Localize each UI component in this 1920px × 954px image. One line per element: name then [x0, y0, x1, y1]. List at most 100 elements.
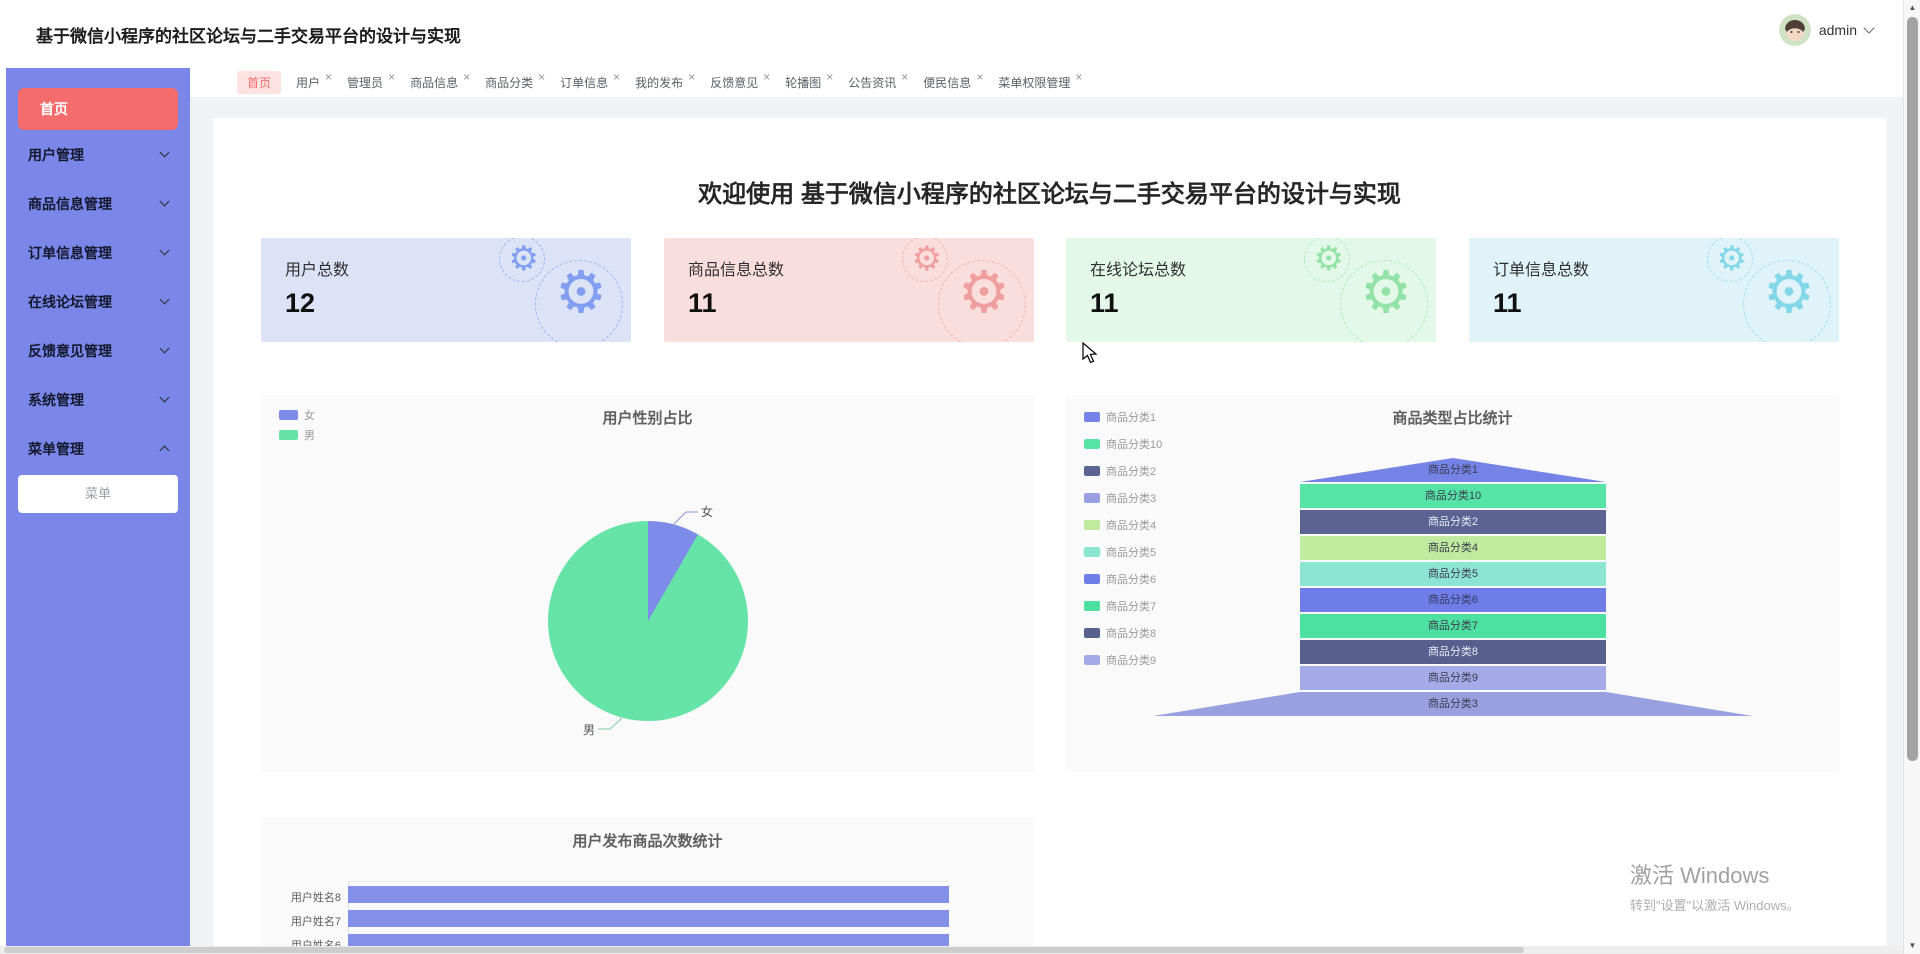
- chevron-down-icon: [1863, 22, 1874, 33]
- close-icon[interactable]: ×: [538, 72, 545, 82]
- scroll-up-button[interactable]: ▲: [1904, 0, 1920, 16]
- tab-home[interactable]: 首页: [237, 71, 281, 94]
- legend-item[interactable]: 商品分类3: [1084, 490, 1162, 506]
- gear-icon: ⚙: [1717, 242, 1747, 276]
- close-icon[interactable]: ×: [763, 72, 770, 82]
- close-icon[interactable]: ×: [1075, 72, 1082, 82]
- sidebar: 首页 用户管理 商品信息管理 订单信息管理 在线论坛管理 反馈意见管理 系统管理…: [6, 68, 190, 946]
- sidebar-item-order-info-mgmt[interactable]: 订单信息管理: [6, 228, 190, 277]
- close-icon[interactable]: ×: [613, 72, 620, 82]
- gear-icon: ⚙: [958, 264, 1010, 322]
- chevron-down-icon: [160, 393, 170, 403]
- bar[interactable]: [348, 886, 949, 903]
- scroll-down-button[interactable]: ▼: [1904, 938, 1920, 954]
- sidebar-subitem-menu[interactable]: 菜单: [18, 475, 178, 513]
- stat-card-total-forums: 在线论坛总数 11 ⚙ ⚙: [1066, 238, 1436, 342]
- funnel-band[interactable]: 商品分类6: [1300, 588, 1606, 612]
- close-icon[interactable]: ×: [826, 72, 833, 82]
- sidebar-item-feedback-mgmt[interactable]: 反馈意见管理: [6, 326, 190, 375]
- tab-my-posts[interactable]: 我的发布×: [635, 74, 695, 92]
- stat-card-value: 11: [688, 288, 717, 319]
- legend-item[interactable]: 商品分类5: [1084, 544, 1162, 560]
- tab-product-info[interactable]: 商品信息×: [410, 74, 470, 92]
- bar[interactable]: [348, 934, 949, 946]
- legend-item[interactable]: 商品分类8: [1084, 625, 1162, 641]
- tab-carousel[interactable]: 轮播图×: [785, 74, 833, 92]
- legend-item[interactable]: 女: [279, 407, 315, 423]
- close-icon[interactable]: ×: [388, 72, 395, 82]
- pie-legend: 女 男: [279, 407, 315, 443]
- bar-chart-title: 用户发布商品次数统计: [261, 830, 1034, 851]
- pie-chart[interactable]: [548, 521, 748, 721]
- tab-feedback[interactable]: 反馈意见×: [710, 74, 770, 92]
- bar-chart-panel: 用户发布商品次数统计 用户姓名8 用户姓名7 用户姓名6: [261, 818, 1034, 946]
- vertical-scrollbar-thumb[interactable]: [1907, 17, 1918, 761]
- sidebar-item-label: 反馈意见管理: [28, 341, 112, 361]
- funnel-chart-panel: 商品类型占比统计 商品分类1 商品分类10 商品分类2 商品分类3 商品分类4 …: [1066, 395, 1839, 772]
- funnel-band[interactable]: 商品分类3: [1153, 692, 1753, 716]
- sidebar-item-forum-mgmt[interactable]: 在线论坛管理: [6, 277, 190, 326]
- funnel-band[interactable]: 商品分类10: [1300, 484, 1606, 508]
- tab-announcement[interactable]: 公告资讯×: [848, 74, 908, 92]
- pie-chart-panel: 用户性别占比 女 男 女 男: [261, 395, 1034, 772]
- avatar[interactable]: [1779, 14, 1811, 46]
- close-icon[interactable]: ×: [325, 72, 332, 82]
- close-icon[interactable]: ×: [463, 72, 470, 82]
- legend-item[interactable]: 男: [279, 427, 315, 443]
- gear-icon: ⚙: [1314, 242, 1344, 276]
- close-icon[interactable]: ×: [976, 72, 983, 82]
- stat-card-title: 在线论坛总数: [1090, 256, 1186, 280]
- sidebar-item-home[interactable]: 首页: [18, 88, 178, 130]
- horizontal-scrollbar[interactable]: [0, 946, 1903, 954]
- funnel-band[interactable]: 商品分类8: [1300, 640, 1606, 664]
- screen: 基于微信小程序的社区论坛与二手交易平台的设计与实现 admin 首页 用户管理 …: [0, 0, 1920, 954]
- legend-item[interactable]: 商品分类2: [1084, 463, 1162, 479]
- sidebar-item-label: 菜单管理: [28, 439, 84, 459]
- tab-product-category[interactable]: 商品分类×: [485, 74, 545, 92]
- chevron-down-icon: [160, 197, 170, 207]
- pie-chart-title: 用户性别占比: [261, 407, 1034, 428]
- chevron-down-icon: [160, 344, 170, 354]
- legend-item[interactable]: 商品分类7: [1084, 598, 1162, 614]
- legend-item[interactable]: 商品分类4: [1084, 517, 1162, 533]
- gear-icon: ⚙: [1763, 264, 1815, 322]
- tab-convenience-info[interactable]: 便民信息×: [923, 74, 983, 92]
- sidebar-item-user-mgmt[interactable]: 用户管理: [6, 130, 190, 179]
- close-icon[interactable]: ×: [688, 72, 695, 82]
- funnel-band[interactable]: 商品分类5: [1300, 562, 1606, 586]
- tab-user[interactable]: 用户×: [296, 74, 332, 92]
- gear-icon: ⚙: [509, 242, 539, 276]
- legend-swatch: [1084, 655, 1100, 665]
- sidebar-item-product-info-mgmt[interactable]: 商品信息管理: [6, 179, 190, 228]
- legend-item[interactable]: 商品分类9: [1084, 652, 1162, 668]
- main-panel: 欢迎使用 基于微信小程序的社区论坛与二手交易平台的设计与实现 用户总数 12 ⚙…: [213, 118, 1886, 946]
- sidebar-item-system-mgmt[interactable]: 系统管理: [6, 375, 190, 424]
- bar[interactable]: [348, 910, 949, 927]
- close-icon[interactable]: ×: [901, 72, 908, 82]
- funnel-band[interactable]: 商品分类4: [1300, 536, 1606, 560]
- funnel-band[interactable]: 商品分类7: [1300, 614, 1606, 638]
- sidebar-item-menu-mgmt[interactable]: 菜单管理: [6, 424, 190, 473]
- legend-item[interactable]: 商品分类6: [1084, 571, 1162, 587]
- tab-menu-permission[interactable]: 菜单权限管理×: [998, 74, 1082, 92]
- gear-icon: ⚙: [912, 242, 942, 276]
- user-menu[interactable]: admin: [1779, 10, 1873, 50]
- legend-swatch: [1084, 439, 1100, 449]
- tab-order-info[interactable]: 订单信息×: [560, 74, 620, 92]
- vertical-scrollbar[interactable]: ▲ ▼: [1903, 0, 1920, 954]
- legend-swatch: [279, 410, 298, 420]
- bar-category-label: 用户姓名8: [261, 889, 341, 905]
- funnel-band[interactable]: 商品分类2: [1300, 510, 1606, 534]
- horizontal-scrollbar-thumb[interactable]: [4, 947, 1524, 953]
- legend-swatch: [279, 430, 298, 440]
- legend-item[interactable]: 商品分类10: [1084, 436, 1162, 452]
- funnel-band[interactable]: 商品分类9: [1300, 666, 1606, 690]
- sidebar-item-label: 订单信息管理: [28, 243, 112, 263]
- legend-swatch: [1084, 628, 1100, 638]
- tab-admin[interactable]: 管理员×: [347, 74, 395, 92]
- stat-card-total-users: 用户总数 12 ⚙ ⚙: [261, 238, 631, 342]
- tab-bar: 首页 用户× 管理员× 商品信息× 商品分类× 订单信息× 我的发布× 反馈意见…: [190, 68, 1903, 98]
- legend-item[interactable]: 商品分类1: [1084, 409, 1162, 425]
- funnel-band[interactable]: 商品分类1: [1300, 458, 1606, 482]
- funnel-legend: 商品分类1 商品分类10 商品分类2 商品分类3 商品分类4 商品分类5 商品分…: [1084, 409, 1162, 668]
